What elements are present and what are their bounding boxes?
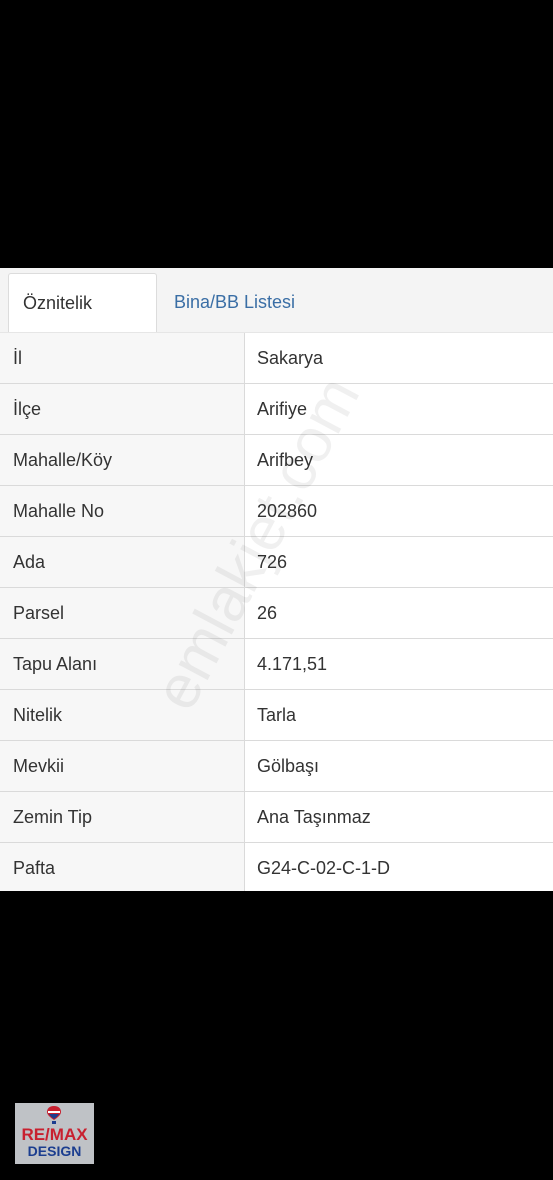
row-key: Nitelik: [0, 690, 245, 740]
table-row: Zemin Tip Ana Taşınmaz: [0, 792, 553, 843]
row-key: Pafta: [0, 843, 245, 891]
row-key: Tapu Alanı: [0, 639, 245, 689]
row-value: Arifbey: [245, 435, 553, 485]
tab-bar: Öznitelik Bilgisi Bina/BB Listesi: [0, 268, 553, 372]
table-row: Pafta G24-C-02-C-1-D: [0, 843, 553, 891]
row-key: İl: [0, 333, 245, 383]
logo-line2: DESIGN: [27, 1143, 82, 1159]
table-row: Ada 726: [0, 537, 553, 588]
table-row: Mevkii Gölbaşı: [0, 741, 553, 792]
row-value: 726: [245, 537, 553, 587]
table-row: Tapu Alanı 4.171,51: [0, 639, 553, 690]
table-row: Mahalle No 202860: [0, 486, 553, 537]
row-key: Mevkii: [0, 741, 245, 791]
row-value: 202860: [245, 486, 553, 536]
row-key: Ada: [0, 537, 245, 587]
row-key: Zemin Tip: [0, 792, 245, 842]
table-row: Mahalle/Köy Arifbey: [0, 435, 553, 486]
balloon-icon: [47, 1106, 61, 1124]
row-key: Parsel: [0, 588, 245, 638]
table-row: İl Sakarya: [0, 332, 553, 384]
table-row: Nitelik Tarla: [0, 690, 553, 741]
row-value: Tarla: [245, 690, 553, 740]
attribute-table: İl Sakarya İlçe Arifiye Mahalle/Köy Arif…: [0, 332, 553, 891]
table-row: İlçe Arifiye: [0, 384, 553, 435]
row-key: Mahalle/Köy: [0, 435, 245, 485]
row-value: Sakarya: [245, 333, 553, 383]
tab-oznitelik-bilgisi[interactable]: Öznitelik Bilgisi: [8, 273, 157, 372]
table-row: Parsel 26: [0, 588, 553, 639]
row-key: Mahalle No: [0, 486, 245, 536]
row-value: G24-C-02-C-1-D: [245, 843, 553, 891]
remax-logo: RE/MAX DESIGN: [15, 1103, 94, 1164]
row-key: İlçe: [0, 384, 245, 434]
row-value: 26: [245, 588, 553, 638]
logo-line1: RE/MAX: [21, 1125, 88, 1144]
row-value: 4.171,51: [245, 639, 553, 689]
row-value: Gölbaşı: [245, 741, 553, 791]
attribute-panel: Öznitelik Bilgisi Bina/BB Listesi İl Sak…: [0, 268, 553, 891]
row-value: Arifiye: [245, 384, 553, 434]
row-value: Ana Taşınmaz: [245, 792, 553, 842]
tab-bina-bb-listesi[interactable]: Bina/BB Listesi: [160, 273, 309, 332]
